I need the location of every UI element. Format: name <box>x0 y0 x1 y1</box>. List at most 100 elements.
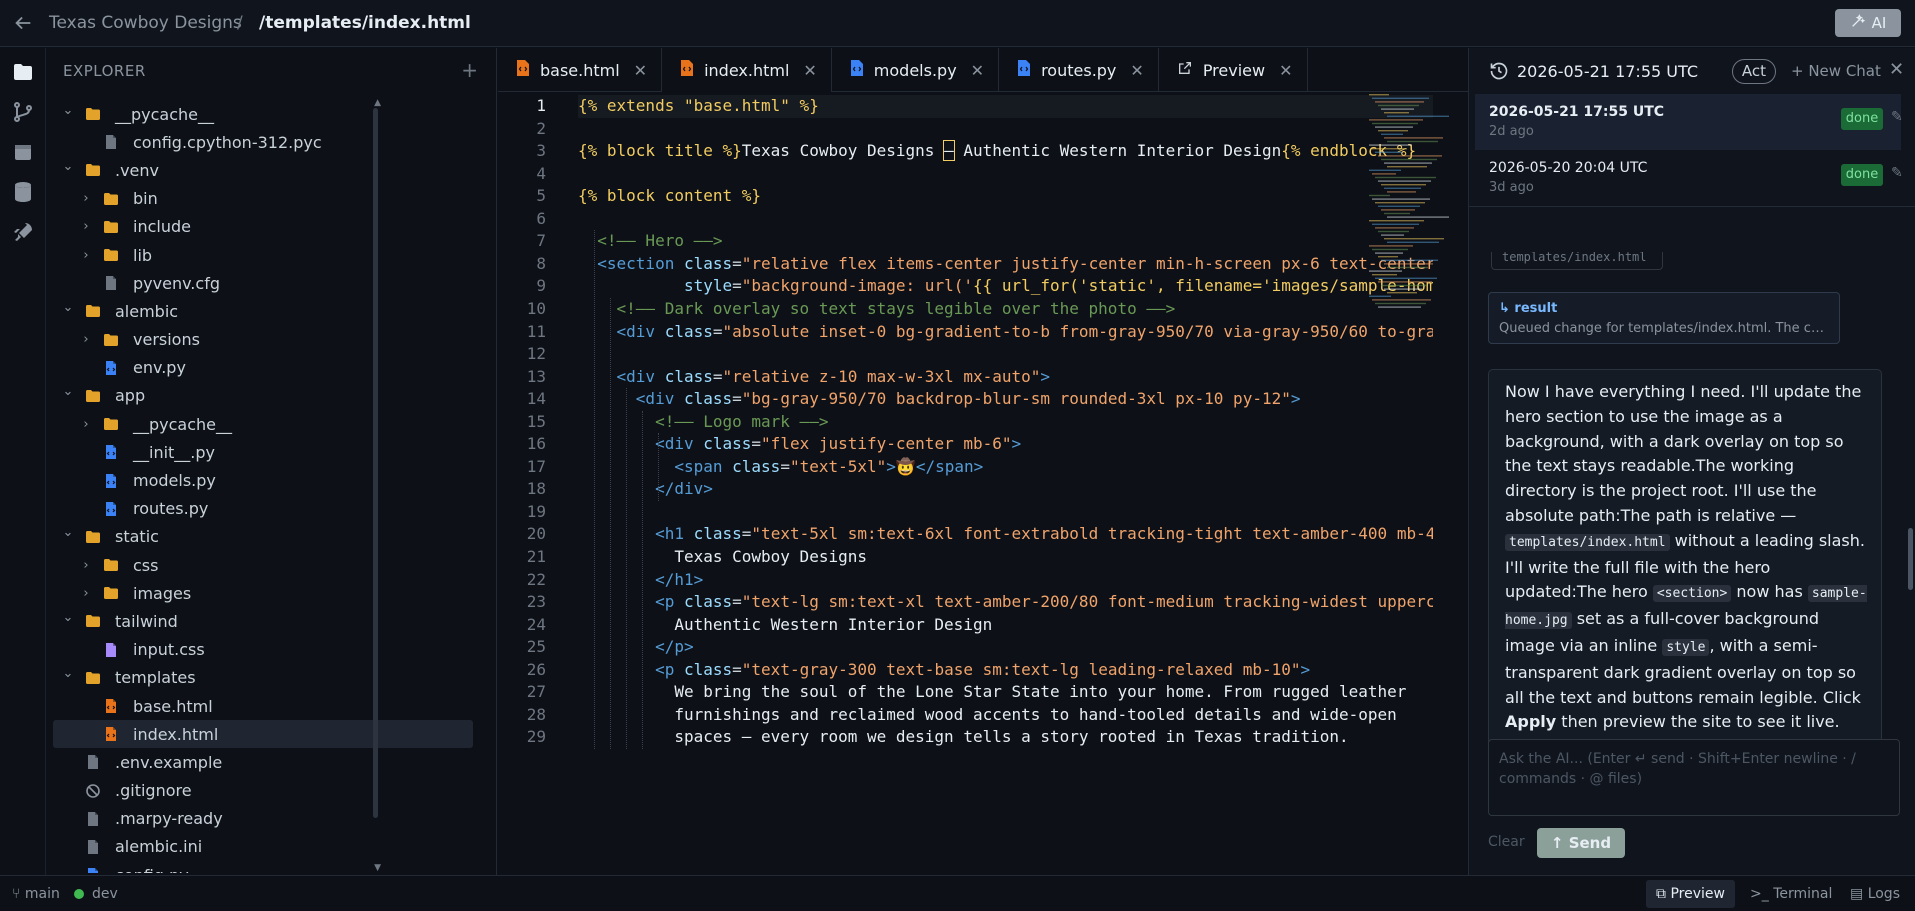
code-editor[interactable]: 1 {% extends "base.html" %} 2 3 {% block tit… <box>498 92 1468 875</box>
file-item[interactable]: pyvenv.cfg <box>53 269 473 297</box>
code-line[interactable] <box>578 343 1433 366</box>
code-line[interactable]: <p class="text-gray-300 text-base sm:tex… <box>578 659 1433 682</box>
folder-item[interactable]: › include <box>53 213 473 241</box>
folder-item[interactable]: › __pycache__ <box>53 410 473 438</box>
act-mode-toggle[interactable]: Act <box>1732 59 1776 84</box>
code-line[interactable]: <div class="bg-gray-950/70 backdrop-blur… <box>578 388 1433 411</box>
chat-scrollbar[interactable] <box>1908 528 1913 590</box>
logs-button[interactable]: ▤ Logs <box>1850 886 1900 902</box>
folder-item[interactable]: › bin <box>53 185 473 213</box>
close-tab-icon[interactable]: ✕ <box>971 61 984 80</box>
code-line[interactable]: <section class="relative flex items-cent… <box>578 253 1433 276</box>
code-line[interactable]: <span class="text-5xl">🤠</span> <box>578 456 1433 479</box>
file-item[interactable]: input.css <box>53 636 473 664</box>
code-line[interactable]: We bring the soul of the Lone Star State… <box>578 681 1433 704</box>
code-line[interactable] <box>578 118 1433 141</box>
code-line[interactable]: <div class="relative z-10 max-w-3xl mx-a… <box>578 366 1433 389</box>
git-branch-icon[interactable] <box>11 100 35 124</box>
folder-item[interactable]: › css <box>53 551 473 579</box>
send-button[interactable]: ↑ Send <box>1537 828 1625 858</box>
close-tab-icon[interactable]: ✕ <box>634 61 647 80</box>
code-line[interactable]: Authentic Western Interior Design <box>578 614 1433 637</box>
folder-item[interactable]: ⌄ .venv <box>53 156 473 184</box>
add-file-icon[interactable]: + <box>461 58 478 82</box>
code-line[interactable]: <!—— Dark overlay so text stays legible … <box>578 298 1433 321</box>
session-item[interactable]: 2026-05-20 20:04 UTC 3d ago done ✎ <box>1475 150 1903 206</box>
code-line[interactable]: {% extends "base.html" %} <box>578 95 1433 118</box>
close-tab-icon[interactable]: ✕ <box>803 61 816 80</box>
chat-input[interactable]: Ask the AI... (Enter ↵ send · Shift+Ente… <box>1488 739 1900 816</box>
folder-item[interactable]: ⌄ __pycache__ <box>53 100 473 128</box>
folder-item[interactable]: ⌄ tailwind <box>53 607 473 635</box>
file-item[interactable]: .marpy-ready <box>53 805 473 833</box>
pencil-icon[interactable]: ✎ <box>1891 165 1903 181</box>
preview-button[interactable]: ⧉ Preview <box>1646 880 1735 908</box>
tab-preview[interactable]: Preview ✕ <box>1159 48 1308 92</box>
code-line[interactable]: {% block content %} <box>578 185 1433 208</box>
rocket-icon[interactable] <box>11 220 35 244</box>
file-item[interactable]: config.cpython-312.pyc <box>53 128 473 156</box>
minimap[interactable] <box>1367 92 1449 322</box>
file-item[interactable]: config.py <box>53 861 473 873</box>
tab-index-html[interactable]: index.html ✕ <box>662 48 832 92</box>
folder-item[interactable]: › versions <box>53 326 473 354</box>
tab-models-py[interactable]: models.py ✕ <box>832 48 1000 92</box>
code-line[interactable] <box>578 163 1433 186</box>
terminal-button[interactable]: >_ Terminal <box>1750 886 1832 902</box>
code-line[interactable]: <div class="absolute inset-0 bg-gradient… <box>578 321 1433 344</box>
code-line[interactable]: <p class="text-lg sm:text-xl text-amber-… <box>578 591 1433 614</box>
files-icon[interactable] <box>11 60 35 84</box>
close-icon[interactable]: ✕ <box>1889 59 1904 80</box>
file-item[interactable]: routes.py <box>53 495 473 523</box>
package-icon[interactable] <box>11 140 35 164</box>
code-line[interactable] <box>578 501 1433 524</box>
tab-base-html[interactable]: base.html ✕ <box>498 48 663 92</box>
file-item[interactable]: index.html <box>53 720 473 749</box>
editor-scrollbar[interactable] <box>1447 92 1453 875</box>
clear-button[interactable]: Clear <box>1488 834 1525 850</box>
folder-item[interactable]: ⌄ templates <box>53 664 473 692</box>
environment-indicator[interactable]: dev <box>74 886 118 902</box>
back-arrow-icon[interactable] <box>12 12 36 36</box>
code-line[interactable]: </p> <box>578 636 1433 659</box>
file-item[interactable]: .gitignore <box>53 777 473 805</box>
folder-item[interactable]: › images <box>53 579 473 607</box>
tool-result-card[interactable]: ↳ result Queued change for templates/ind… <box>1488 292 1840 344</box>
session-item[interactable]: 2026-05-21 17:55 UTC 2d ago done ✎ <box>1475 94 1903 150</box>
git-branch[interactable]: ⑂ main <box>12 886 60 902</box>
code-line[interactable]: furnishings and reclaimed wood accents t… <box>578 704 1433 727</box>
file-item[interactable]: alembic.ini <box>53 833 473 861</box>
folder-item[interactable]: ⌄ static <box>53 523 473 551</box>
code-line[interactable]: </h1> <box>578 569 1433 592</box>
folder-item[interactable]: › lib <box>53 241 473 269</box>
code-line[interactable]: </div> <box>578 478 1433 501</box>
explorer-scrollbar[interactable] <box>373 108 378 818</box>
file-item[interactable]: env.py <box>53 354 473 382</box>
file-item[interactable]: .env.example <box>53 748 473 776</box>
close-tab-icon[interactable]: ✕ <box>1130 61 1143 80</box>
file-item[interactable]: base.html <box>53 692 473 720</box>
scroll-down-arrow-icon[interactable]: ▼ <box>374 863 381 873</box>
ai-button[interactable]: AI <box>1835 9 1901 37</box>
file-item[interactable]: models.py <box>53 466 473 494</box>
folder-item[interactable]: ⌄ alembic <box>53 297 473 325</box>
database-icon[interactable] <box>11 180 35 204</box>
new-chat-button[interactable]: + New Chat <box>1791 62 1881 80</box>
history-icon[interactable] <box>1489 61 1509 81</box>
code-line[interactable]: <h1 class="text-5xl sm:text-6xl font-ext… <box>578 523 1433 546</box>
pencil-icon[interactable]: ✎ <box>1891 109 1903 125</box>
close-tab-icon[interactable]: ✕ <box>1279 61 1292 80</box>
code-line[interactable]: <div class="flex justify-center mb-6"> <box>578 433 1433 456</box>
project-name[interactable]: Texas Cowboy Designs <box>49 13 242 33</box>
scroll-up-arrow-icon[interactable]: ▲ <box>374 98 381 108</box>
file-item[interactable]: __init__.py <box>53 438 473 466</box>
code-line[interactable]: {% block title %}Texas Cowboy Designs – … <box>578 140 1433 163</box>
code-line[interactable]: style="background-image: url('{{ url_for… <box>578 275 1433 298</box>
code-line[interactable]: spaces — every room we design tells a st… <box>578 726 1433 749</box>
code-line[interactable]: <!—— Hero ——> <box>578 230 1433 253</box>
folder-item[interactable]: ⌄ app <box>53 382 473 410</box>
tab-routes-py[interactable]: routes.py ✕ <box>999 48 1159 92</box>
code-line[interactable]: <!—— Logo mark ——> <box>578 411 1433 434</box>
code-line[interactable]: Texas Cowboy Designs <box>578 546 1433 569</box>
code-line[interactable] <box>578 208 1433 231</box>
